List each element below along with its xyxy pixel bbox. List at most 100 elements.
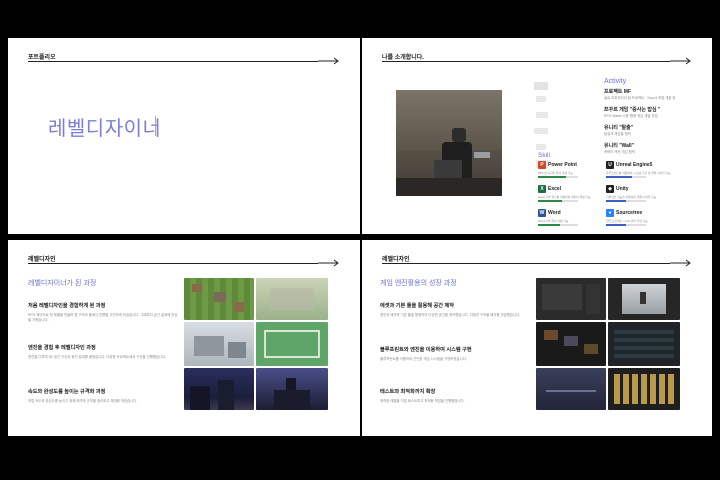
- section-item: 처음 레벨디자인을 경험하게 된 과정 RPG 메이커로 첫 레벨을 만들며 맵…: [28, 302, 178, 323]
- skill-logo-icon: W: [538, 209, 546, 217]
- screenshot-rpg-map-2: [256, 278, 328, 320]
- slide-introduction: 나를 소개합니다. Activity 프로젝트 MF 솔로 리포지터리 팀 프로…: [362, 38, 712, 234]
- screenshot-night-town: [184, 368, 254, 410]
- slide-header: 나를 소개합니다.: [382, 52, 692, 65]
- skill-level-bar: [606, 200, 646, 202]
- skill-item: P Power Point PPT 및 디자인 문서 작성 가능: [538, 161, 604, 183]
- skill-level-bar: [606, 176, 646, 178]
- slide-header-title: 포트폴리오: [28, 55, 56, 61]
- activity-item: 유니티 "탈출" 팀워크 게임을 협력: [604, 124, 704, 142]
- section-title: 테스트와 최적화까지 확장: [380, 389, 436, 395]
- section-title: 속도와 완성도를 높이는 규격화 과정: [28, 389, 106, 395]
- section-desc: 작업 속도와 완성도를 높이기 위해 에셋과 규칙을 정리하고 체계화 하였습니…: [28, 399, 138, 403]
- skill-name: Unreal Engine5: [616, 162, 653, 168]
- skill-name: Excel: [548, 186, 562, 192]
- cover-title: 레벨디자이너: [48, 118, 162, 140]
- skill-item: U Unreal Engine5 블루프린트를 이용하여 시스템 구현 및 레벨 디…: [606, 161, 672, 183]
- arrow-right-icon: [318, 259, 339, 267]
- skill-level-bar: [538, 200, 578, 202]
- activity-item: 프로젝트 MF 솔로 리포지터리 팀 프로젝트 · Sound 작업 개발 등: [604, 88, 704, 106]
- section-desc: 블루프린트를 이용하여 간단한 게임 시스템을 구현하였습니다.: [380, 357, 467, 361]
- profile-photo: [396, 90, 502, 196]
- skill-level-fill: [606, 176, 632, 178]
- header-rule: [382, 61, 670, 62]
- screenshot-3d-block: [184, 322, 254, 366]
- skill-item: ◆ Unity 기본적인 기능을 이용하여 레벨 디자인 가능: [606, 185, 672, 207]
- screenshot-engine-editor-1: [536, 278, 606, 320]
- slide-header-title: 레벨디자인: [28, 257, 56, 263]
- slide-header-title: 레벨디자인: [382, 257, 410, 263]
- skill-logo-icon: U: [606, 161, 614, 169]
- skill-logo-icon: ◆: [606, 185, 614, 193]
- skill-logo-icon: ●: [606, 209, 614, 217]
- arrow-right-icon: [318, 57, 339, 65]
- skill-desc: Excel 기본 함수를 이용하여 데이터 작성 가능: [538, 195, 591, 199]
- activity-item-title: 유니티 "탈출": [604, 125, 634, 131]
- activity-title: Activity: [604, 78, 627, 85]
- activity-item-title: 프로젝트 MF: [604, 89, 632, 95]
- skill-name: Word: [548, 210, 561, 216]
- skill-desc: 블루프린트를 이용하여 시스템 구현 및 레벨 디자인 가능: [606, 171, 671, 175]
- activity-item-desc: 솔로 리포지터리 팀 프로젝트 · Sound 작업 개발 등: [604, 96, 676, 100]
- screenshot-engine-viewport: [608, 278, 680, 320]
- arrow-right-icon: [670, 57, 691, 65]
- slide-title: 게임 엔진활용의 성장 과정: [380, 280, 457, 287]
- skill-level-fill: [538, 176, 566, 178]
- skill-level-fill: [538, 224, 560, 226]
- skill-name: Power Point: [548, 162, 577, 168]
- section-desc: 엔진을 다루며 3D 공간 구성과 동선 설계를 배웠습니다. 다양한 프로젝트…: [28, 355, 167, 359]
- skill-logo-icon: X: [538, 185, 546, 193]
- section-title: 처음 레벨디자인을 경험하게 된 과정: [28, 303, 106, 309]
- header-rule: [382, 263, 670, 264]
- section-title: 엔진을 경험 후 레벨디자인 과정: [28, 345, 96, 351]
- skill-level-fill: [606, 200, 626, 202]
- text-cursor: [155, 116, 156, 136]
- skill-name: Unity: [616, 186, 629, 192]
- section-item: 엔진을 경험 후 레벨디자인 과정 엔진을 다루며 3D 공간 구성과 동선 설…: [28, 344, 178, 360]
- section-title: 에셋과 기본 툴을 활용해 공간 제작: [380, 303, 455, 309]
- skill-title: Skill: [538, 152, 550, 159]
- activity-item-title: 유니티 "Wall": [604, 143, 635, 149]
- activity-item: 유니티 "Wall" 캐릭터 액션 게임 협력: [604, 142, 704, 160]
- slide-header: 레벨디자인: [382, 254, 692, 267]
- section-title: 블루프린트와 엔진을 이용하여 시스템 구현: [380, 347, 472, 353]
- screenshot-blueprint-1: [536, 322, 606, 366]
- slide-header-title: 나를 소개합니다.: [382, 55, 424, 61]
- screenshot-night-castle: [256, 368, 328, 410]
- screenshot-topdown-level: [256, 322, 328, 366]
- slide-level-design-journey: 레벨디자인 레벨디자이너가 된 과정 처음 레벨디자인을 경험하게 된 과정 R…: [8, 240, 360, 436]
- skill-level-fill: [538, 200, 562, 202]
- slide-header: 포트폴리오: [28, 52, 340, 65]
- slide-title: 레벨디자이너가 된 과정: [28, 280, 97, 287]
- screenshot-rpg-map-1: [184, 278, 254, 320]
- skill-name: Sourcetree: [616, 210, 643, 216]
- section-item: 속도와 완성도를 높이는 규격화 과정 작업 속도와 완성도를 높이기 위해 에…: [28, 388, 178, 404]
- slide-engine-growth: 레벨디자인 게임 엔진활용의 성장 과정 에셋과 기본 툴을 활용해 공간 제작…: [362, 240, 712, 436]
- arrow-right-icon: [670, 259, 691, 267]
- screenshot-night-test: [536, 368, 606, 410]
- skill-level-bar: [538, 224, 578, 226]
- skill-level-bar: [538, 176, 578, 178]
- skill-logo-icon: P: [538, 161, 546, 169]
- header-rule: [28, 263, 318, 264]
- skill-level-bar: [606, 224, 646, 226]
- skill-level-fill: [606, 224, 626, 226]
- section-desc: 엔진의 에셋과 기본 툴을 활용하여 다양한 공간을 제작했습니다. 지형과 구…: [380, 313, 521, 317]
- section-item: 블루프린트와 엔진을 이용하여 시스템 구현 블루프린트를 이용하여 간단한 게…: [380, 346, 530, 362]
- activity-list: 프로젝트 MF 솔로 리포지터리 팀 프로젝트 · Sound 작업 개발 등 …: [604, 88, 704, 160]
- screenshot-blueprint-2: [608, 322, 680, 366]
- header-rule: [28, 61, 318, 62]
- slide-portfolio-cover: 포트폴리오 레벨디자이너: [8, 38, 360, 234]
- skill-item: X Excel Excel 기본 함수를 이용하여 데이터 작성 가능: [538, 185, 604, 207]
- skill-item: ● Sourcetree 협업 프로젝트 시 Git 관리 경험 가능: [606, 209, 672, 231]
- skill-grid: P Power Point PPT 및 디자인 문서 작성 가능 U Unreal En…: [538, 161, 708, 233]
- activity-item-desc: RPG Maker 사용 활용 게임 개발 작업: [604, 114, 658, 118]
- section-desc: 제작한 레벨을 직접 테스트하고 최적화 작업을 진행했습니다.: [380, 399, 465, 403]
- skill-desc: 협업 프로젝트 시 Git 관리 경험 가능: [606, 219, 648, 223]
- activity-item-desc: 팀워크 게임을 협력: [604, 132, 631, 136]
- skill-desc: PPT 및 디자인 문서 작성 가능: [538, 171, 574, 175]
- activity-item-desc: 캐릭터 액션 게임 협력: [604, 150, 635, 154]
- skill-item: W Word Word 기본 문서 작성 가능: [538, 209, 604, 231]
- section-desc: RPG 메이커로 첫 레벨을 만들며 맵 구조와 플레이 흐름을 고민하게 되었…: [28, 313, 178, 322]
- section-item: 테스트와 최적화까지 확장 제작한 레벨을 직접 테스트하고 최적화 작업을 진…: [380, 388, 530, 404]
